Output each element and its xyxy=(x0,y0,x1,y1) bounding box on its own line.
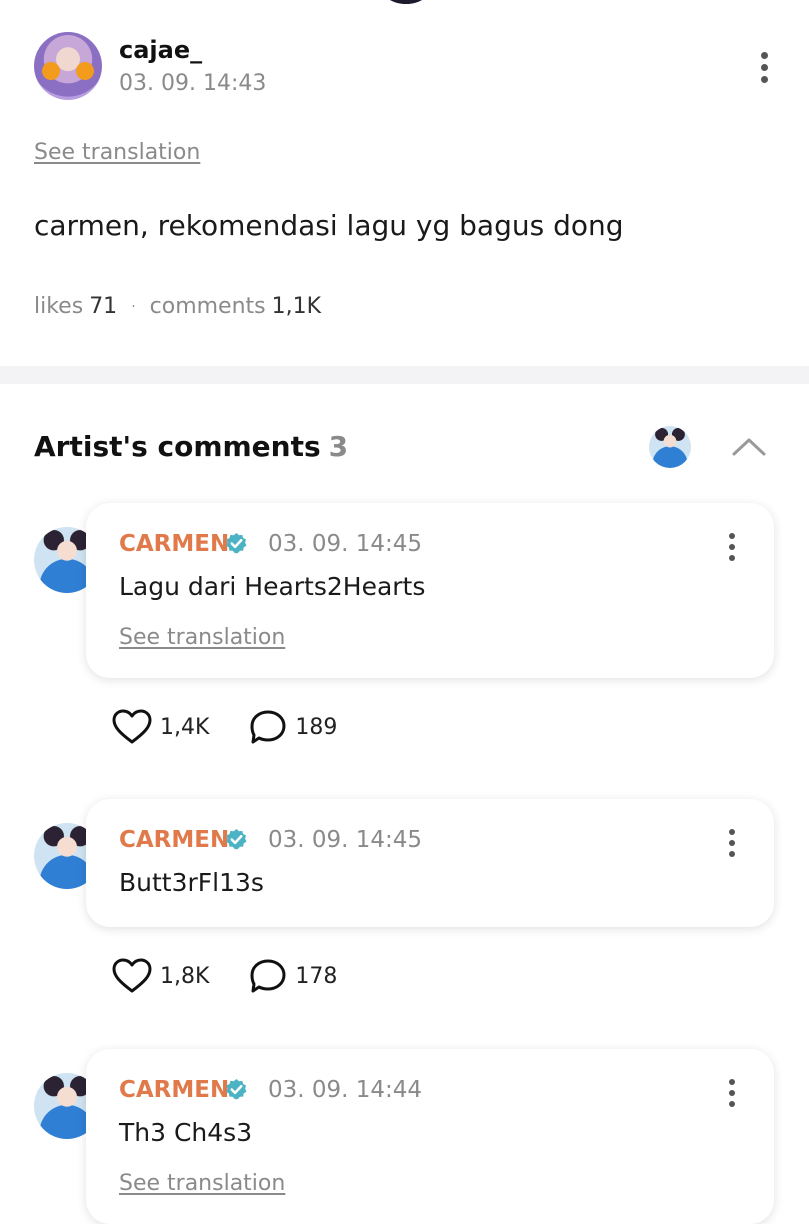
comment-author[interactable]: CARMEN xyxy=(119,1077,229,1103)
speech-bubble-icon xyxy=(250,959,286,993)
comment-reactions: 1,8K 178 xyxy=(112,958,377,994)
post-username[interactable]: cajae_ xyxy=(119,36,202,64)
verified-check-icon xyxy=(226,828,247,850)
speech-bubble-icon xyxy=(250,710,286,744)
comment-card: CARMEN 03. 09. 14:45 Lagu dari Hearts2He… xyxy=(86,503,774,678)
comment-text: Butt3rFl13s xyxy=(119,868,264,897)
verified-check-icon xyxy=(226,532,247,554)
section-divider xyxy=(0,366,809,384)
likes-count: 71 xyxy=(89,294,118,319)
comment-author[interactable]: CARMEN xyxy=(119,531,229,557)
heart-outline-icon xyxy=(112,958,152,993)
comment-date: 03. 09. 14:45 xyxy=(268,827,423,853)
post: cajae_ 03. 09. 14:43 See translation car… xyxy=(0,0,809,366)
post-stats: likes 71 · comments 1,1K xyxy=(34,294,321,319)
comment-card: CARMEN 03. 09. 14:45 Butt3rFl13s xyxy=(86,799,774,927)
artist-comments-count: 3 xyxy=(328,430,349,463)
like-button[interactable]: 1,4K xyxy=(112,709,209,745)
comment-date: 03. 09. 14:44 xyxy=(268,1077,423,1103)
stats-separator: · xyxy=(131,298,136,315)
like-button[interactable]: 1,8K xyxy=(112,958,209,994)
comment-card: CARMEN 03. 09. 14:44 Th3 Ch4s3 See trans… xyxy=(86,1049,774,1224)
heart-outline-icon xyxy=(112,709,152,744)
user-avatar[interactable] xyxy=(34,32,102,100)
comment-author[interactable]: CARMEN xyxy=(119,827,229,853)
post-body-text: carmen, rekomendasi lagu yg bagus dong xyxy=(34,209,624,242)
like-count: 1,8K xyxy=(160,963,210,989)
artist-avatar-small[interactable] xyxy=(649,426,691,468)
comment-text: Lagu dari Hearts2Hearts xyxy=(119,572,426,601)
post-date: 03. 09. 14:43 xyxy=(119,71,267,96)
comments-count: 1,1K xyxy=(271,294,322,319)
avatar-orange-right xyxy=(76,62,94,80)
post-more-icon[interactable] xyxy=(759,52,769,83)
likes-label: likes xyxy=(34,294,84,319)
comment-more-icon[interactable] xyxy=(727,533,737,561)
verified-check-icon xyxy=(226,1078,247,1100)
comment-reactions: 1,4K 189 xyxy=(112,709,377,745)
reply-count: 189 xyxy=(295,714,338,740)
reply-button[interactable]: 178 xyxy=(249,958,337,994)
reply-button[interactable]: 189 xyxy=(249,709,337,745)
comment-text: Th3 Ch4s3 xyxy=(119,1118,253,1147)
comment-more-icon[interactable] xyxy=(727,1079,737,1107)
artist-comments-title: Artist's comments 3 xyxy=(34,430,348,463)
comments-label: comments xyxy=(149,294,266,319)
avatar-orange-left xyxy=(42,62,60,80)
post-see-translation-link[interactable]: See translation xyxy=(34,140,200,165)
like-count: 1,4K xyxy=(160,714,210,740)
artist-comments-label: Artist's comments xyxy=(34,430,321,463)
comment-see-translation-link[interactable]: See translation xyxy=(119,1171,285,1196)
comment-more-icon[interactable] xyxy=(727,829,737,857)
comment-date: 03. 09. 14:45 xyxy=(268,531,423,557)
chevron-up-icon[interactable] xyxy=(732,436,766,456)
reply-count: 178 xyxy=(295,963,338,989)
comment-see-translation-link[interactable]: See translation xyxy=(119,625,285,650)
